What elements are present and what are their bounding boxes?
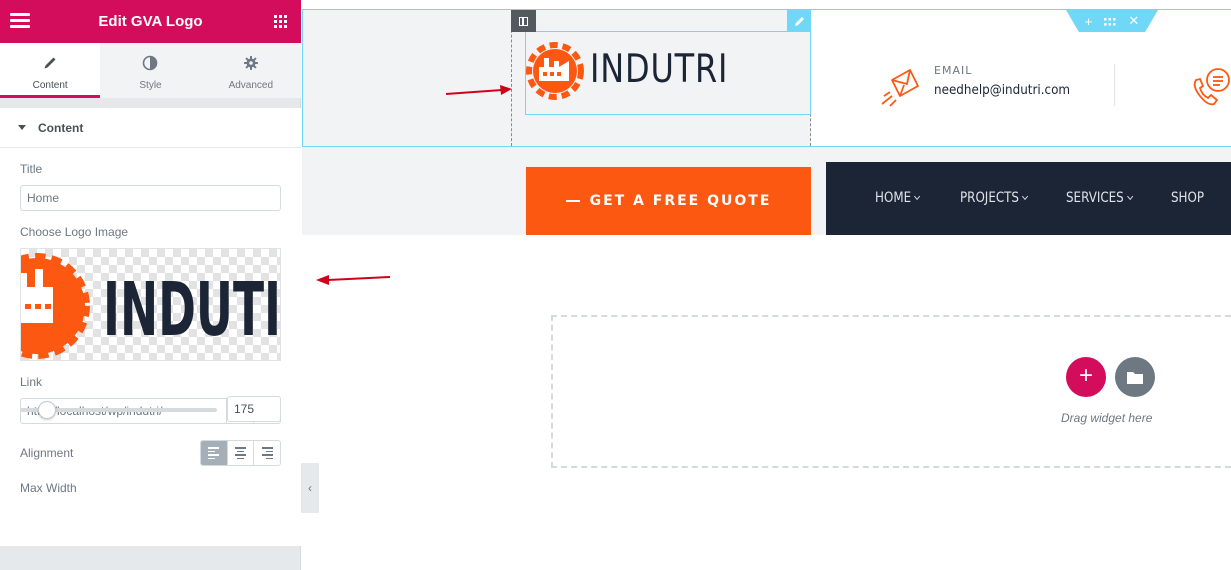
pencil-icon (44, 57, 56, 69)
logo-preview-image: INDUTI (21, 253, 281, 359)
column-icon (519, 16, 528, 26)
annotation-arrow-right (445, 85, 512, 95)
get-free-quote-button[interactable]: GET A FREE QUOTE (526, 167, 811, 235)
gear-icon (243, 56, 258, 70)
align-right-button[interactable] (253, 441, 280, 465)
content-section: Content Title Home Choose Logo Image IND… (0, 108, 301, 546)
title-input[interactable]: Home (20, 185, 281, 211)
tab-style[interactable]: Style (100, 43, 201, 98)
nav-services-label: SERVICES (1066, 190, 1124, 206)
envelope-icon (881, 69, 919, 107)
chevron-down-icon (1022, 192, 1029, 201)
tab-style-label: Style (139, 80, 162, 91)
email-contact: EMAIL needhelp@indutri.com (934, 64, 1082, 98)
add-new-section-button[interactable]: + (1066, 357, 1106, 397)
panel-tabs: Content Style Advanced (0, 43, 301, 98)
link-label: Link (20, 375, 43, 389)
quote-button-label: GET A FREE QUOTE (589, 193, 772, 209)
nav-projects-label: PROJECTS (960, 190, 1019, 206)
annotation-arrow-left (316, 275, 391, 285)
drag-section-icon[interactable] (1104, 14, 1116, 29)
add-template-button[interactable] (1115, 357, 1155, 397)
tab-content[interactable]: Content (0, 43, 101, 98)
logo-wordmark[interactable]: INDUTRI (590, 48, 728, 92)
editor-panel: Edit GVA Logo Content Style Advanced Con… (0, 0, 301, 570)
add-section-icon[interactable]: + (1085, 14, 1093, 29)
hamburger-menu-icon[interactable] (10, 13, 30, 29)
nav-home-label: HOME (875, 190, 912, 206)
contact-divider (1114, 64, 1115, 106)
nav-item-home[interactable]: HOME (875, 162, 921, 235)
section-title: Content (38, 120, 84, 135)
panel-header: Edit GVA Logo (0, 0, 301, 43)
logo-preview-text: INDUTI (103, 267, 281, 353)
nav-shop-label: SHOP (1171, 190, 1205, 206)
tab-advanced[interactable]: Advanced (200, 43, 301, 98)
tab-advanced-label: Advanced (228, 80, 274, 91)
nav-item-services[interactable]: SERVICES (1066, 162, 1134, 235)
main-navigation: HOME PROJECTS SERVICES SHOP (826, 162, 1231, 235)
chevron-left-icon: ‹ (308, 481, 312, 495)
panel-title: Edit GVA Logo (98, 13, 203, 30)
chevron-down-icon (1127, 192, 1134, 201)
nav-item-projects[interactable]: PROJECTS (960, 162, 1029, 235)
align-right-icon (261, 445, 273, 461)
section-header-content[interactable]: Content (0, 108, 301, 148)
collapse-panel-button[interactable]: ‹ (301, 463, 319, 513)
title-label: Title (20, 162, 43, 176)
section-toolbar: + ✕ (1066, 10, 1158, 32)
email-label: EMAIL (934, 64, 973, 77)
max-width-label: Max Width (20, 481, 77, 495)
editor-root: Edit GVA Logo Content Style Advanced Con… (0, 0, 1231, 570)
drop-zone-hint: Drag widget here (1061, 411, 1153, 425)
phone-chat-icon (1193, 68, 1230, 106)
align-left-icon (208, 445, 220, 461)
half-circle-icon (143, 55, 158, 71)
logo-gear-icon (526, 42, 584, 100)
email-value[interactable]: needhelp@indutri.com (934, 83, 1070, 98)
logo-image-picker[interactable]: INDUTI (20, 248, 281, 361)
widgets-grid-icon[interactable] (274, 15, 287, 28)
max-width-slider-handle[interactable] (38, 401, 56, 419)
max-width-input[interactable]: 175 (227, 396, 281, 422)
edit-widget-button[interactable] (787, 10, 811, 32)
tab-content-label: Content (32, 80, 68, 91)
pencil-icon (794, 16, 804, 26)
alignment-choices (200, 440, 281, 466)
folder-icon (1127, 371, 1143, 384)
alignment-label: Alignment (20, 446, 74, 460)
align-center-icon (235, 445, 246, 461)
chevron-down-icon (914, 192, 921, 201)
nav-item-shop[interactable]: SHOP (1171, 162, 1204, 235)
delete-section-icon[interactable]: ✕ (1128, 13, 1139, 29)
column-handle[interactable] (511, 10, 536, 32)
logo-image-label: Choose Logo Image (20, 225, 129, 239)
align-left-button[interactable] (201, 441, 227, 465)
caret-down-icon (18, 125, 26, 130)
align-center-button[interactable] (226, 441, 254, 465)
dash-icon (565, 200, 580, 202)
